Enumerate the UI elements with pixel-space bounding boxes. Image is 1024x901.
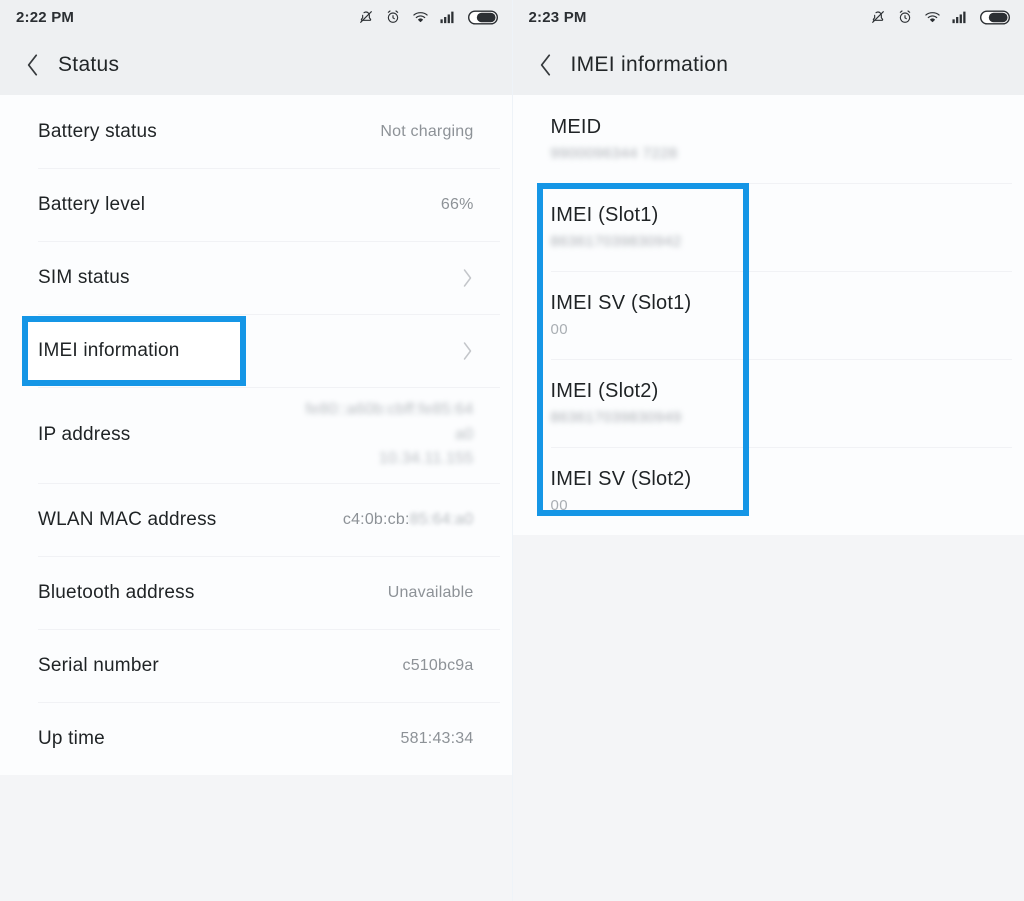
list-item-sim-status[interactable]: SIM status (0, 241, 512, 314)
row-value: 581:43:34 (400, 729, 474, 747)
wifi-icon (924, 10, 941, 24)
row-value: Not charging (380, 122, 474, 140)
row-label: MEID (550, 116, 602, 138)
row-value: fe80::a60b:cbff:fe85:64 a0 10.34.11.155 (306, 398, 474, 472)
page-title: IMEI information (570, 52, 729, 76)
list-item-imei-slot2[interactable]: IMEI (Slot2) 863617039830949 (513, 359, 1024, 447)
dual-screenshot-container: 2:22 PM Status Battery status Not chargi… (0, 0, 1024, 901)
list-item-up-time[interactable]: Up time 581:43:34 (0, 702, 512, 775)
list-item-wlan-mac-address[interactable]: WLAN MAC address c4:0b:cb:85:64:a0 (0, 483, 512, 556)
back-arrow-icon (537, 52, 555, 78)
list-item-meid[interactable]: MEID 9900096344 7228 (513, 95, 1024, 183)
silent-mode-icon (358, 9, 374, 25)
status-bar-left: 2:22 PM (0, 0, 512, 34)
row-value: 863617039830942 (550, 233, 682, 250)
page-title: Status (58, 52, 120, 76)
chevron-right-icon (461, 267, 474, 289)
row-label: Battery level (38, 193, 146, 215)
phone-screen-imei-information: 2:23 PM IMEI information MEID 9900096344… (511, 0, 1024, 901)
row-label: Up time (38, 727, 105, 749)
status-list: Battery status Not charging Battery leve… (0, 95, 512, 775)
row-label: WLAN MAC address (38, 508, 217, 530)
row-value: Unavailable (387, 583, 474, 601)
silent-mode-icon (870, 9, 886, 25)
status-bar-icons (870, 9, 1010, 25)
title-bar-left: Status (0, 34, 512, 95)
wifi-icon (412, 10, 429, 24)
row-label: IP address (38, 424, 131, 445)
chevron-right-icon (461, 340, 474, 362)
row-label: IMEI information (38, 339, 180, 361)
status-bar-clock: 2:23 PM (528, 8, 587, 26)
row-label: Serial number (38, 654, 159, 676)
list-item-battery-level[interactable]: Battery level 66% (0, 168, 512, 241)
alarm-icon (897, 9, 913, 25)
back-button[interactable] (531, 50, 561, 80)
row-label: Battery status (38, 120, 157, 142)
list-item-bluetooth-address[interactable]: Bluetooth address Unavailable (0, 556, 512, 629)
back-button[interactable] (18, 50, 48, 80)
list-item-ip-address[interactable]: IP address fe80::a60b:cbff:fe85:64 a0 10.3… (0, 387, 512, 483)
battery-icon (467, 9, 498, 25)
row-label: IMEI (Slot2) (550, 380, 659, 402)
back-arrow-icon (24, 52, 42, 78)
list-item-imei-information[interactable]: IMEI information (0, 314, 512, 387)
imei-list: MEID 9900096344 7228 IMEI (Slot1) 863617… (512, 95, 1024, 535)
row-value: c510bc9a (402, 656, 474, 674)
status-bar-icons (358, 9, 498, 25)
row-value: 66% (440, 195, 474, 213)
list-item-imei-slot1[interactable]: IMEI (Slot1) 863617039830942 (513, 183, 1024, 271)
row-value: 00 (550, 321, 568, 338)
list-item-battery-status[interactable]: Battery status Not charging (0, 95, 512, 168)
wlan-mac-visible-part: c4:0b:cb: (342, 510, 410, 528)
row-label: IMEI SV (Slot2) (550, 468, 692, 490)
phone-screen-status: 2:22 PM Status Battery status Not chargi… (0, 0, 512, 901)
wlan-mac-blurred-part: 85:64:a0 (409, 510, 474, 528)
alarm-icon (385, 9, 401, 25)
row-label: IMEI SV (Slot1) (550, 292, 692, 314)
status-bar-clock: 2:22 PM (16, 8, 75, 26)
row-value: 00 (550, 497, 568, 514)
title-bar-right: IMEI information (512, 34, 1024, 95)
status-bar-right: 2:23 PM (512, 0, 1024, 34)
row-value: 863617039830949 (550, 409, 682, 426)
ip-address-value-blurred: fe80::a60b:cbff:fe85:64 a0 10.34.11.155 (305, 400, 474, 468)
battery-icon (980, 9, 1010, 25)
list-item-imei-sv-slot2[interactable]: IMEI SV (Slot2) 00 (513, 447, 1024, 535)
signal-icon (439, 10, 457, 24)
list-item-imei-sv-slot1[interactable]: IMEI SV (Slot1) 00 (513, 271, 1024, 359)
row-label: SIM status (38, 266, 130, 288)
row-label: IMEI (Slot1) (550, 204, 659, 226)
row-value: c4:0b:cb:85:64:a0 (343, 511, 474, 529)
list-item-serial-number[interactable]: Serial number c510bc9a (0, 629, 512, 702)
signal-icon (952, 10, 969, 24)
row-value: 9900096344 7228 (550, 145, 678, 162)
row-label: Bluetooth address (38, 581, 195, 603)
